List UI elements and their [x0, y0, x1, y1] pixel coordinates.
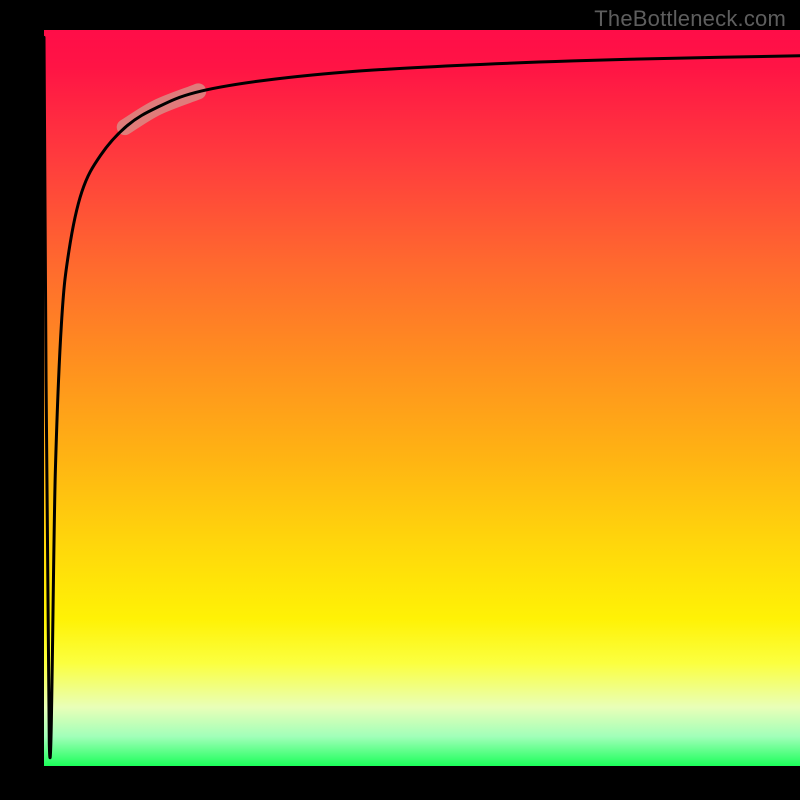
chart-svg: [44, 30, 800, 766]
bottleneck-curve: [44, 37, 800, 757]
chart-plot-area: [44, 30, 800, 766]
highlight-segment: [125, 91, 198, 127]
watermark-text: TheBottleneck.com: [594, 6, 786, 32]
